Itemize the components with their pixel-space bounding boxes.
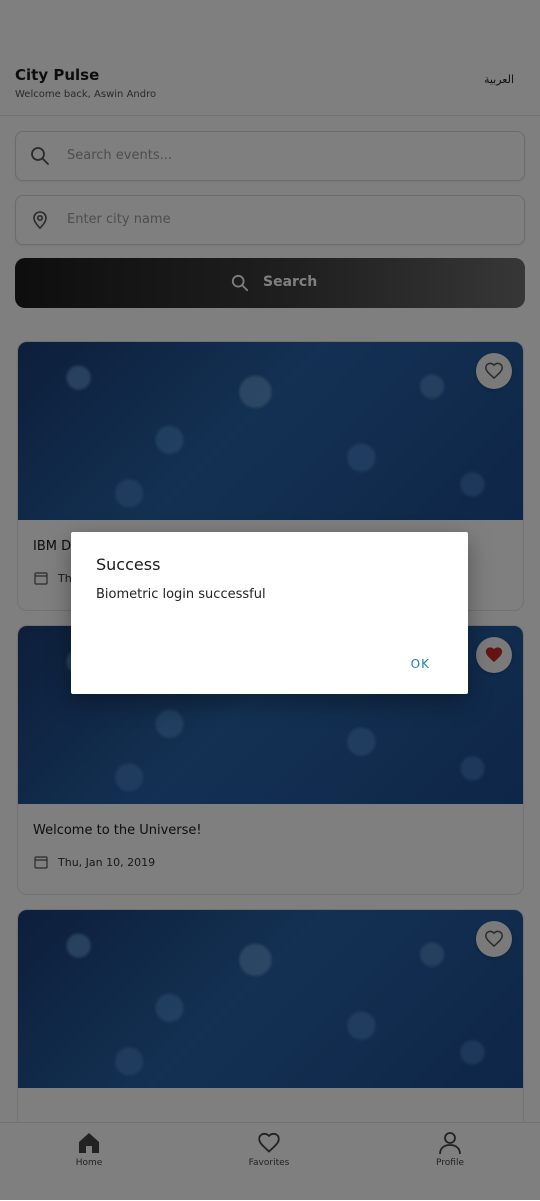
dialog-ok-button[interactable]: OK <box>411 657 430 671</box>
success-dialog: Success Biometric login successful OK <box>71 532 468 694</box>
dialog-message: Biometric login successful <box>96 587 266 602</box>
dialog-title: Success <box>96 555 161 574</box>
